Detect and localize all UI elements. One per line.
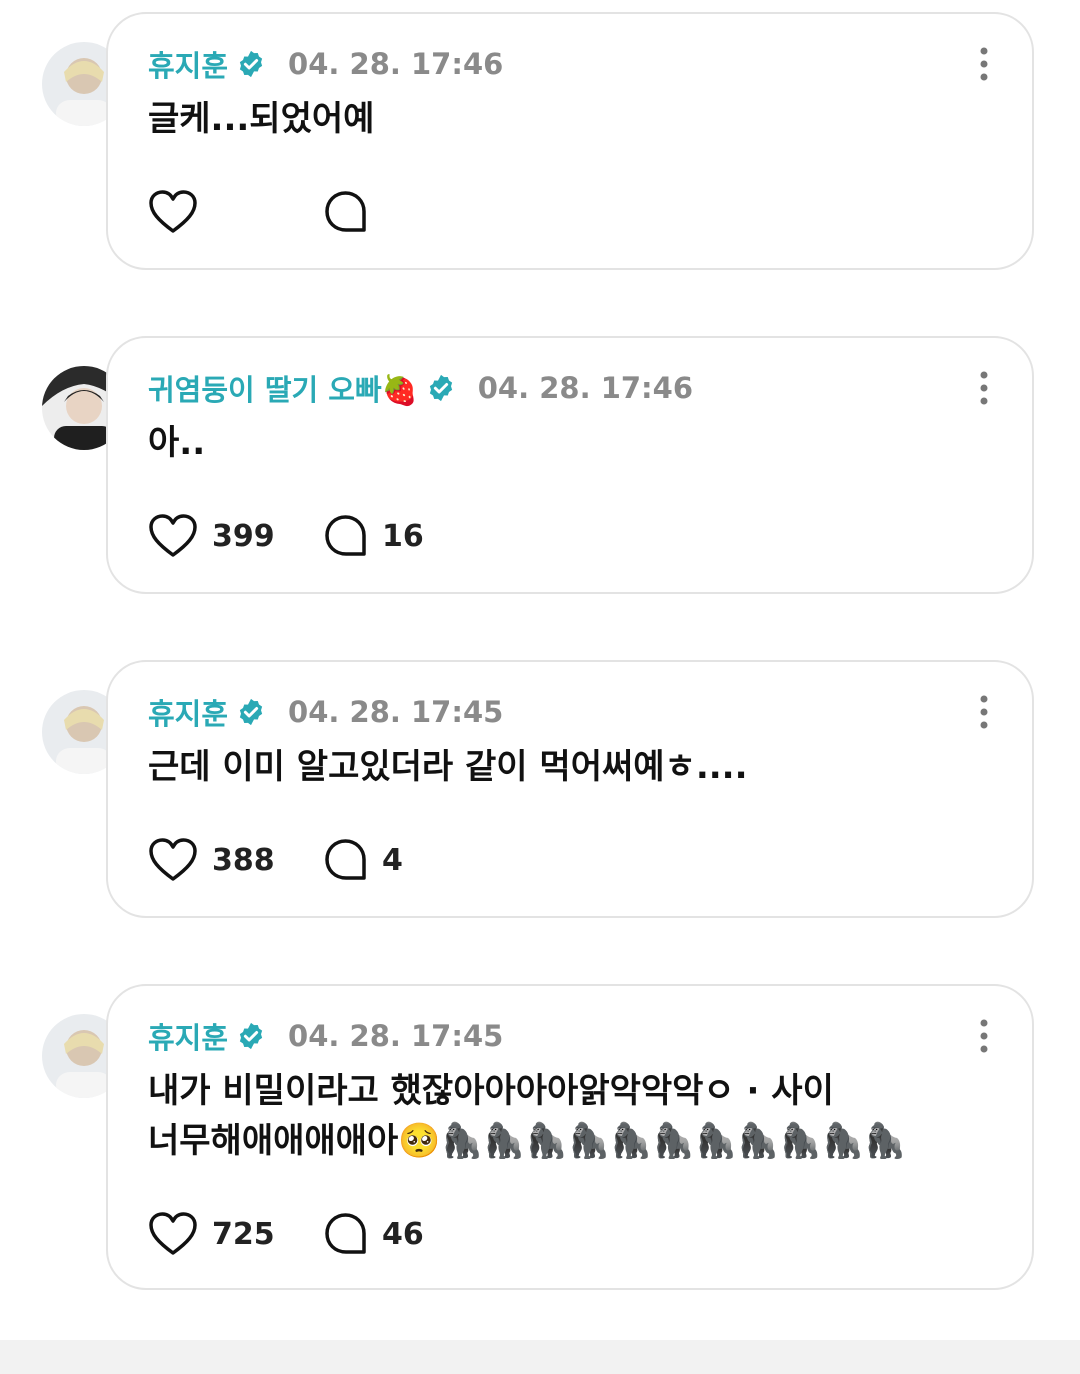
author-name[interactable]: 휴지훈 xyxy=(148,691,228,733)
post-time: 04. 28. 17:45 xyxy=(288,1019,504,1053)
comment-bubble-icon xyxy=(325,191,366,232)
heart-icon xyxy=(149,838,197,881)
more-vertical-icon[interactable] xyxy=(974,694,994,730)
like-count: 725 xyxy=(212,1216,275,1252)
post-actions: 399 16 xyxy=(148,510,424,562)
post-text: 근데 이미 알고있더라 같이 먹어써예ㅎ.... xyxy=(148,747,748,787)
heart-icon xyxy=(149,1212,197,1255)
post-text: 아.. xyxy=(148,423,206,463)
comment-bubble-icon xyxy=(325,1213,366,1254)
post-card[interactable]: 휴지훈 04. 28. 17:45 근데 이미 알고있더라 같이 먹어써예ㅎ..… xyxy=(106,660,1034,918)
post-meta: 휴지훈 04. 28. 17:45 xyxy=(148,692,503,732)
verified-badge-icon xyxy=(239,1022,263,1050)
like-button[interactable]: 725 xyxy=(148,1211,324,1257)
author-name[interactable]: 휴지훈 xyxy=(148,43,228,85)
verified-badge-icon xyxy=(429,374,452,402)
post-meta: 귀염둥이 딸기 오빠🍓 04. 28. 17:46 xyxy=(148,368,693,408)
reply-button[interactable]: 16 xyxy=(324,514,424,558)
author-name[interactable]: 휴지훈 xyxy=(148,1015,228,1057)
post-1: 휴지훈 04. 28. 17:46 글케...되었어예 xyxy=(0,12,1080,272)
post-3: 휴지훈 04. 28. 17:45 근데 이미 알고있더라 같이 먹어써예ㅎ..… xyxy=(0,660,1080,920)
reply-count: 16 xyxy=(382,518,424,554)
post-text: 내가 비밀이라고 했잖아아아아앍악악악ㅇ · 사이 너무해애애애애아🥺🦍🦍🦍🦍🦍… xyxy=(148,1071,907,1161)
post-2: 귀염둥이 딸기 오빠🍓 04. 28. 17:46 아.. 399 16 xyxy=(0,336,1080,596)
heart-icon xyxy=(149,514,197,557)
post-actions xyxy=(148,186,382,238)
comment-bubble-icon xyxy=(325,839,366,880)
verified-badge-icon xyxy=(239,698,263,726)
more-vertical-icon[interactable] xyxy=(974,46,994,82)
post-time: 04. 28. 17:46 xyxy=(477,371,693,405)
post-meta: 휴지훈 04. 28. 17:45 xyxy=(148,1016,503,1056)
post-time: 04. 28. 17:45 xyxy=(288,695,504,729)
like-count: 399 xyxy=(212,518,275,554)
post-actions: 725 46 xyxy=(148,1208,424,1260)
post-card[interactable]: 휴지훈 04. 28. 17:46 글케...되었어예 xyxy=(106,12,1034,270)
heart-icon xyxy=(149,190,197,233)
post-meta: 휴지훈 04. 28. 17:46 xyxy=(148,44,503,84)
more-vertical-icon[interactable] xyxy=(974,370,994,406)
bottom-divider xyxy=(0,1340,1080,1374)
post-card[interactable]: 휴지훈 04. 28. 17:45 내가 비밀이라고 했잖아아아아앍악악악ㅇ ·… xyxy=(106,984,1034,1290)
like-button[interactable]: 388 xyxy=(148,837,324,883)
verified-badge-icon xyxy=(239,50,263,78)
post-time: 04. 28. 17:46 xyxy=(288,47,504,81)
post-text: 글케...되었어예 xyxy=(148,99,375,139)
reply-count: 4 xyxy=(382,842,403,878)
reply-button[interactable]: 46 xyxy=(324,1212,424,1256)
comment-bubble-icon xyxy=(325,515,366,556)
more-vertical-icon[interactable] xyxy=(974,1018,994,1054)
author-name[interactable]: 귀염둥이 딸기 오빠🍓 xyxy=(148,367,418,409)
like-button[interactable]: 399 xyxy=(148,513,324,559)
reply-button[interactable]: 4 xyxy=(324,838,403,882)
reply-button[interactable] xyxy=(324,190,382,234)
like-count: 388 xyxy=(212,842,275,878)
post-4: 휴지훈 04. 28. 17:45 내가 비밀이라고 했잖아아아아앍악악악ㅇ ·… xyxy=(0,984,1080,1294)
post-card[interactable]: 귀염둥이 딸기 오빠🍓 04. 28. 17:46 아.. 399 16 xyxy=(106,336,1034,594)
like-button[interactable] xyxy=(148,189,324,235)
reply-count: 46 xyxy=(382,1216,424,1252)
post-actions: 388 4 xyxy=(148,834,403,886)
